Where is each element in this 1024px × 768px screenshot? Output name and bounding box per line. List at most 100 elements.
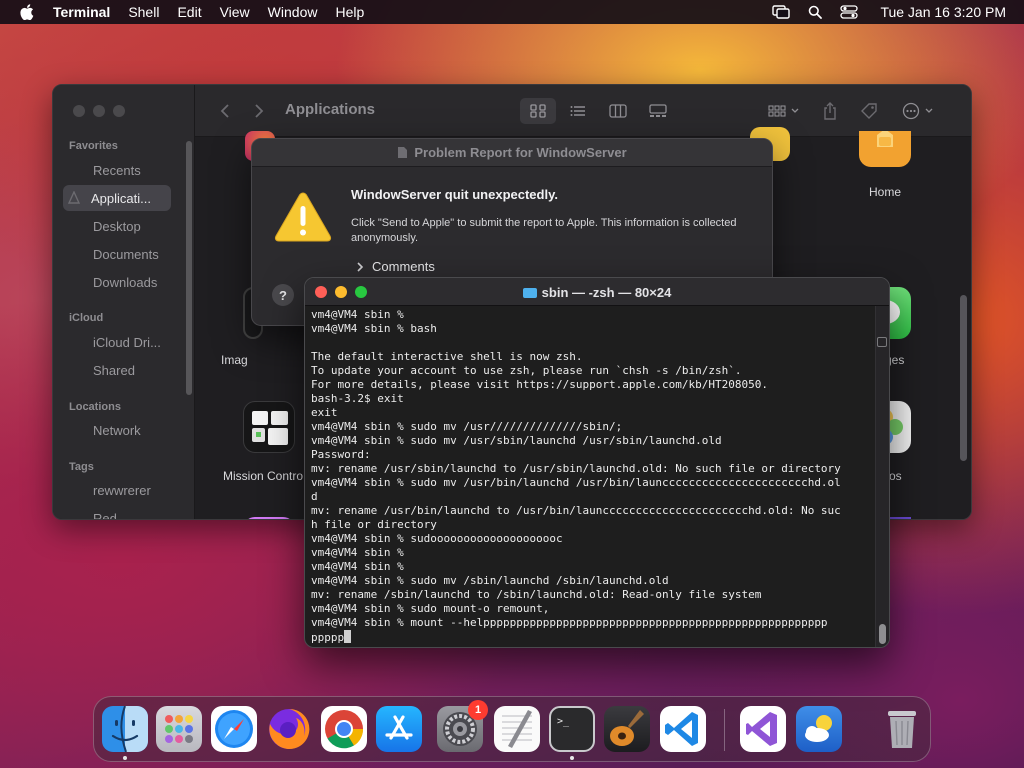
- help-button[interactable]: ?: [272, 284, 294, 306]
- sidebar-item-documents[interactable]: Documents: [65, 241, 171, 267]
- clock-icon: [69, 163, 85, 177]
- dock-running-indicator: [570, 756, 574, 760]
- menu-shell[interactable]: Shell: [128, 4, 159, 20]
- dock-vscode-icon[interactable]: [660, 706, 706, 752]
- problem-report-titlebar: Problem Report for WindowServer: [252, 139, 772, 167]
- home-app-icon[interactable]: [859, 129, 911, 167]
- finder-window-title: Applications: [285, 101, 376, 118]
- sidebar-item-network[interactable]: Network: [65, 417, 171, 443]
- terminal-current-input: ppppp: [311, 631, 345, 644]
- terminal-scrollbar[interactable]: [875, 306, 889, 647]
- dock-separator: [724, 709, 725, 751]
- dock-trash-icon[interactable]: [879, 706, 925, 752]
- terminal-scroll-thumb[interactable]: [879, 624, 886, 644]
- dock-safari-icon[interactable]: [211, 706, 257, 752]
- sidebar-section-icloud: iCloud: [69, 312, 104, 324]
- terminal-line: mv: rename /usr/bin/launchd to /usr/bin/…: [311, 504, 841, 517]
- chevron-right-icon: [357, 261, 364, 272]
- terminal-line: mv: rename /sbin/launchd to /sbin/launch…: [311, 588, 762, 601]
- mission-control-app-icon[interactable]: [243, 401, 295, 453]
- control-center-icon[interactable]: [840, 5, 859, 19]
- share-icon[interactable]: [821, 100, 839, 122]
- terminal-output[interactable]: vm4@VM4 sbin % vm4@VM4 sbin % bash The d…: [311, 308, 877, 646]
- sidebar-item-label: Red: [93, 510, 117, 520]
- terminal-line: For more details, please visit https://s…: [311, 378, 768, 391]
- sidebar-scrollbar[interactable]: [186, 141, 192, 395]
- sidebar-item-tag-rewwrerer[interactable]: rewwrerer: [65, 477, 171, 503]
- dock-launchpad-icon[interactable]: [156, 706, 202, 752]
- sidebar-item-tag-red[interactable]: Red: [65, 505, 171, 520]
- dock-terminal-icon[interactable]: >_: [549, 706, 595, 752]
- tag-icon[interactable]: [859, 100, 879, 122]
- terminal-line: vm4@VM4 sbin % sudo mv /usr/bin/launchd …: [311, 476, 841, 489]
- menu-bar: Terminal Shell Edit View Window Help Tue…: [0, 0, 1024, 24]
- problem-report-title: Problem Report for WindowServer: [414, 145, 627, 160]
- tag-icon: [69, 511, 85, 519]
- list-view-button[interactable]: [560, 98, 596, 124]
- sidebar-item-applications[interactable]: Applicati...: [63, 185, 171, 211]
- finder-toolbar: Applications: [195, 85, 971, 137]
- desktop-icon: [69, 219, 85, 233]
- sidebar-item-icloud-drive[interactable]: iCloud Dri...: [65, 329, 171, 355]
- sidebar-item-label: Applicati...: [91, 190, 151, 206]
- sidebar-section-favorites: Favorites: [69, 140, 118, 152]
- screen-mirroring-icon[interactable]: [772, 5, 791, 19]
- dock-textedit-icon[interactable]: [494, 706, 540, 752]
- column-view-button[interactable]: [600, 98, 636, 124]
- app-label-messages: ges: [885, 353, 905, 367]
- dock-firefox-icon[interactable]: [266, 706, 312, 752]
- menu-help[interactable]: Help: [335, 4, 364, 20]
- dock: 1 >_: [93, 696, 931, 762]
- menu-clock[interactable]: Tue Jan 16 3:20 PM: [880, 4, 1006, 20]
- apple-menu-icon[interactable]: [16, 4, 38, 20]
- app-label-photos: os: [889, 469, 902, 483]
- dock-garageband-icon[interactable]: [604, 706, 650, 752]
- back-chevron-icon[interactable]: [217, 100, 233, 122]
- comments-label: Comments: [372, 259, 435, 274]
- menu-view[interactable]: View: [220, 4, 250, 20]
- terminal-line: vm4@VM4 sbin % mount --helpppppppppppppp…: [311, 616, 828, 629]
- minimize-button-inactive[interactable]: [93, 105, 105, 117]
- dock-app-store-icon[interactable]: [376, 706, 422, 752]
- sidebar-item-label: rewwrerer: [93, 482, 151, 498]
- sidebar-item-shared[interactable]: Shared: [65, 357, 171, 383]
- close-button-inactive[interactable]: [73, 105, 85, 117]
- warning-icon: [274, 191, 332, 248]
- finder-sidebar: Favorites Recents Applicati... Desktop D…: [53, 85, 195, 520]
- zoom-button-inactive[interactable]: [113, 105, 125, 117]
- terminal-line: ppppp: [311, 630, 877, 644]
- content-scrollbar[interactable]: [960, 295, 967, 461]
- dock-chrome-icon[interactable]: [321, 706, 367, 752]
- podcasts-app-icon[interactable]: [243, 517, 295, 519]
- menu-edit[interactable]: Edit: [177, 4, 201, 20]
- gallery-view-button[interactable]: [640, 98, 676, 124]
- shared-folder-icon: [69, 363, 85, 377]
- spotlight-search-icon[interactable]: [806, 5, 824, 19]
- terminal-line: exit: [311, 406, 338, 419]
- group-by-dropdown-icon[interactable]: [765, 100, 803, 122]
- dock-finder-icon[interactable]: [102, 706, 148, 752]
- dock-visual-studio-icon[interactable]: [740, 706, 786, 752]
- sidebar-section-tags: Tags: [69, 461, 94, 473]
- sidebar-item-desktop[interactable]: Desktop: [65, 213, 171, 239]
- sidebar-item-downloads[interactable]: Downloads: [65, 269, 171, 295]
- comments-disclosure[interactable]: Comments: [354, 259, 435, 274]
- menu-app-name[interactable]: Terminal: [53, 4, 110, 20]
- terminal-line: vm4@VM4 sbin %: [311, 308, 404, 321]
- forward-chevron-icon[interactable]: [251, 100, 267, 122]
- more-actions-icon[interactable]: [901, 100, 937, 122]
- menu-window[interactable]: Window: [268, 4, 318, 20]
- dock-weather-icon[interactable]: [796, 706, 842, 752]
- sidebar-item-recents[interactable]: Recents: [65, 157, 171, 183]
- problem-report-heading: WindowServer quit unexpectedly.: [351, 187, 558, 202]
- terminal-line: Password:: [311, 448, 371, 461]
- terminal-line: vm4@VM4 sbin % sudoooooooooooooooooooc: [311, 532, 563, 545]
- sidebar-item-label: iCloud Dri...: [93, 334, 161, 350]
- marks-icon[interactable]: [877, 337, 887, 347]
- folder-icon: [522, 288, 537, 298]
- icon-view-button[interactable]: [520, 98, 556, 124]
- terminal-line: vm4@VM4 sbin % sudo mv /usr/////////////…: [311, 420, 623, 433]
- view-mode-segmented-control: [520, 98, 720, 124]
- applications-icon: [67, 190, 83, 205]
- app-label-home: Home: [868, 185, 901, 199]
